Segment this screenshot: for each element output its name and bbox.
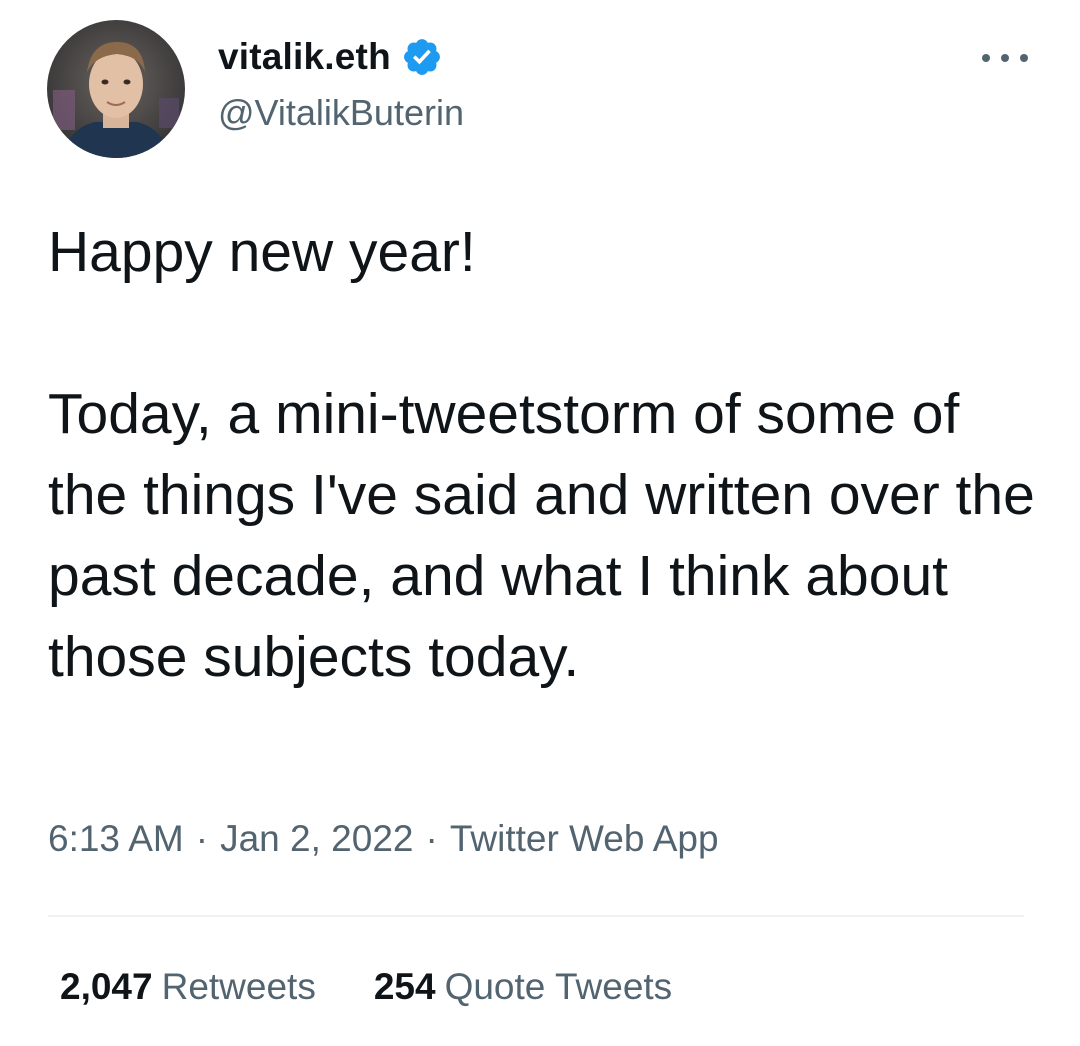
tweet-metadata: 6:13 AM · Jan 2, 2022 · Twitter Web App [48, 818, 719, 860]
tweet-text: Happy new year! Today, a mini-tweetstorm… [48, 212, 1048, 698]
more-options-icon[interactable] [982, 40, 1028, 76]
quote-tweets-stat[interactable]: 254 Quote Tweets [374, 966, 672, 1008]
author-name-row[interactable]: vitalik.eth [218, 32, 443, 82]
dot-icon [1001, 54, 1009, 62]
author-display-name[interactable]: vitalik.eth [218, 36, 391, 78]
divider [48, 915, 1024, 917]
retweets-count: 2,047 [60, 966, 153, 1007]
tweet-time[interactable]: 6:13 AM [48, 818, 184, 859]
verified-badge-icon [401, 36, 443, 78]
retweets-label: Retweets [161, 966, 316, 1007]
separator: · [425, 818, 438, 859]
separator: · [195, 818, 209, 859]
dot-icon [1020, 54, 1028, 62]
tweet-paragraph: Today, a mini-tweetstorm of some of the … [48, 382, 1035, 689]
tweet-stats: 2,047 Retweets 254 Quote Tweets [60, 966, 730, 1008]
tweet-source[interactable]: Twitter Web App [450, 818, 719, 859]
tweet-card: vitalik.eth @VitalikButerin Happy new ye… [0, 0, 1080, 1046]
tweet-paragraph: Happy new year! [48, 220, 476, 284]
dot-icon [982, 54, 990, 62]
profile-photo-icon [47, 20, 185, 158]
author-handle[interactable]: @VitalikButerin [218, 92, 464, 134]
quote-tweets-label: Quote Tweets [444, 966, 673, 1007]
tweet-date[interactable]: Jan 2, 2022 [220, 818, 413, 859]
avatar[interactable] [47, 20, 185, 158]
retweets-stat[interactable]: 2,047 Retweets [60, 966, 316, 1008]
quote-tweets-count: 254 [373, 966, 436, 1007]
